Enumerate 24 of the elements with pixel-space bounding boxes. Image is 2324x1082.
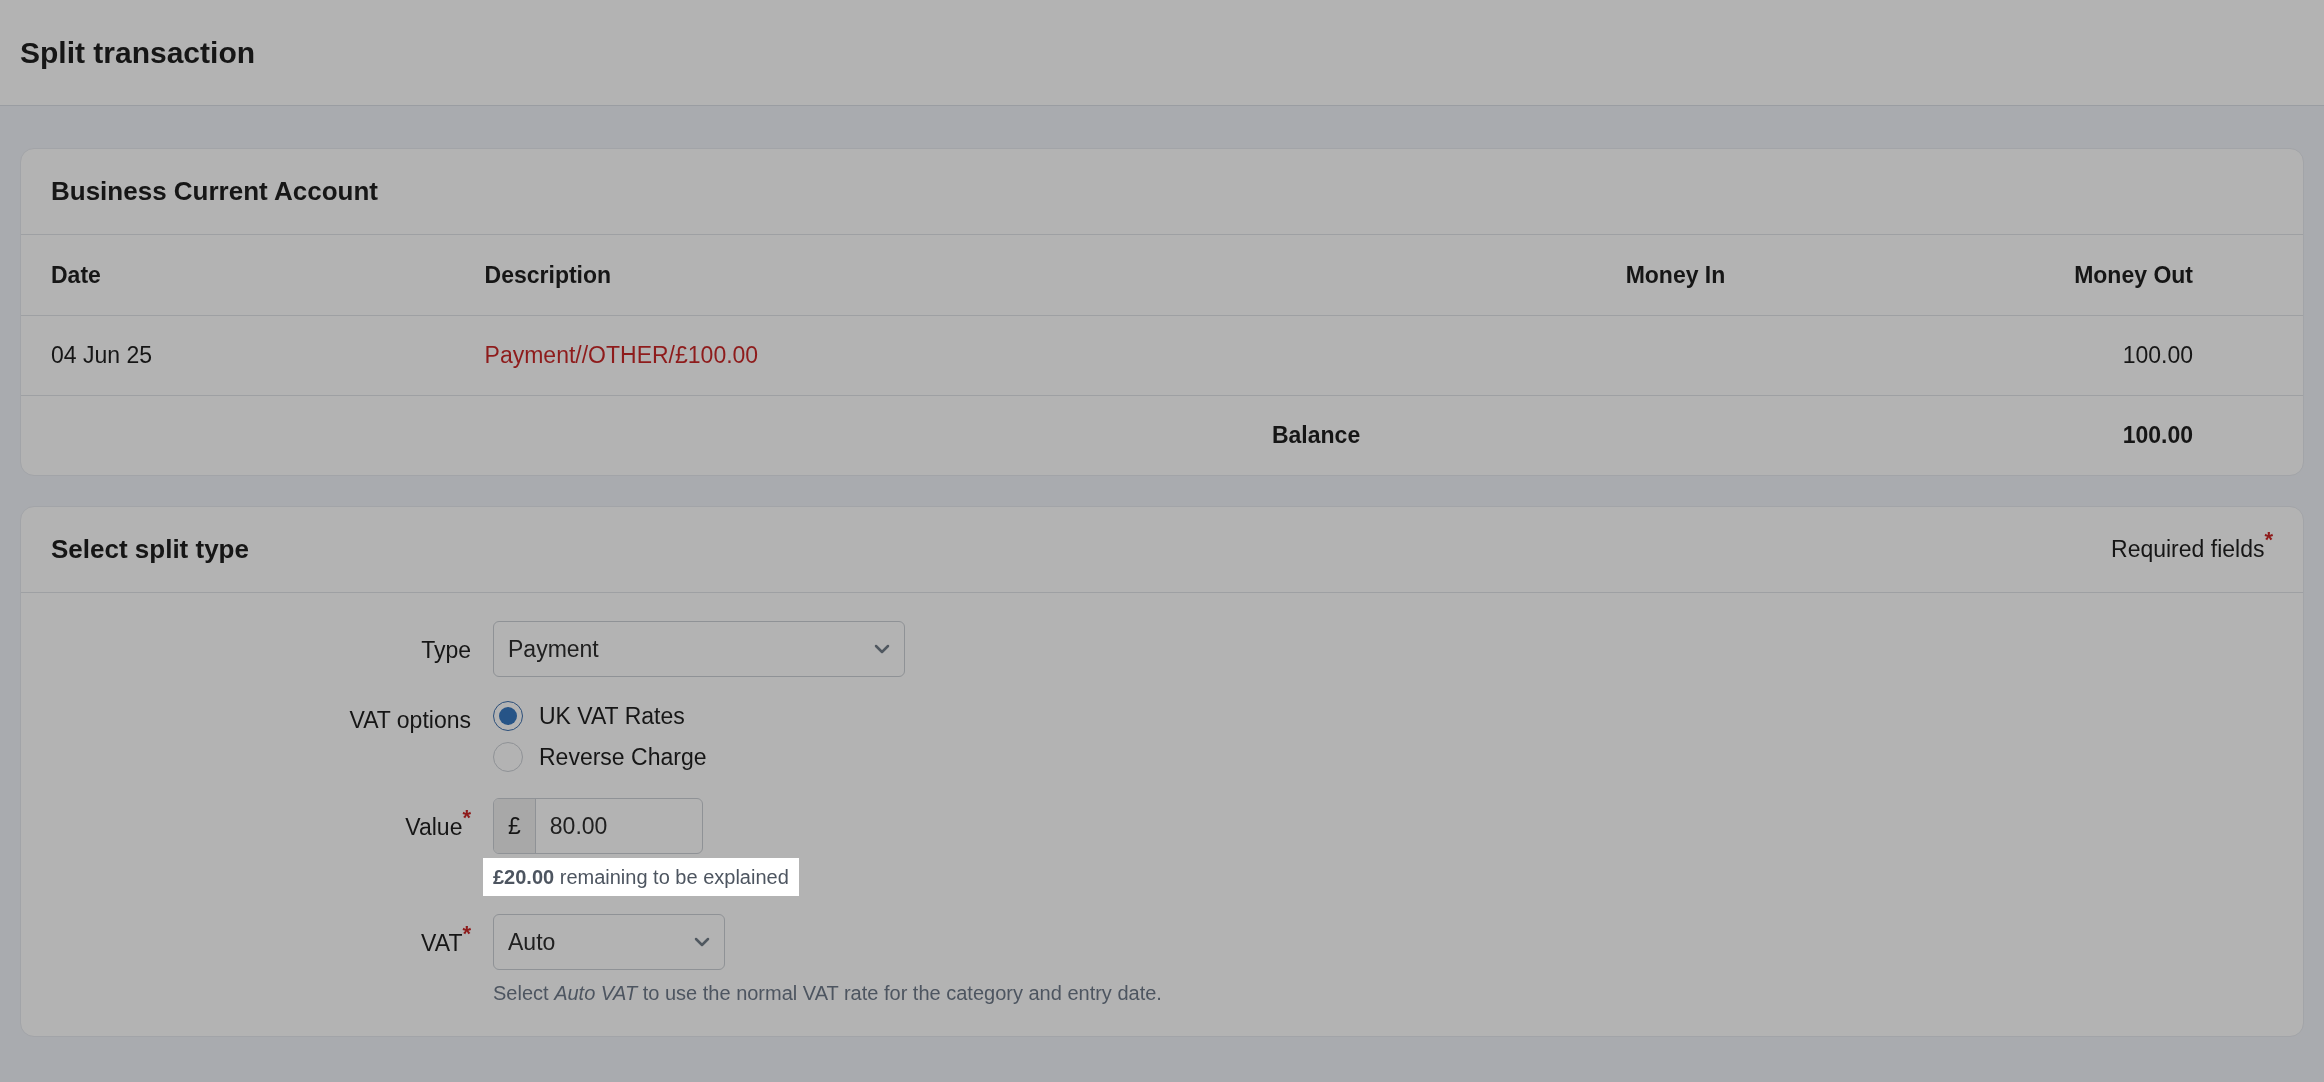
field-label: VAT options bbox=[349, 707, 471, 733]
field-label: Type bbox=[421, 637, 471, 663]
page-title: Split transaction bbox=[20, 34, 256, 71]
column-header: Description bbox=[454, 235, 1391, 315]
select-field[interactable]: Auto bbox=[493, 914, 725, 970]
value-input[interactable]: £ 80.00 bbox=[493, 798, 703, 854]
column-header: Money In bbox=[1390, 235, 1756, 315]
column-header: Date bbox=[21, 235, 455, 315]
column-header: Money Out bbox=[1755, 235, 2303, 315]
card-title: Select split type bbox=[51, 533, 249, 566]
help-text: £20.00 remaining to be explained bbox=[483, 858, 799, 896]
help-text: Select Auto VAT to use the normal VAT rate for the category and entry date. bbox=[492, 981, 1163, 1006]
table-cell: Payment//OTHER/£100.00 bbox=[454, 315, 1391, 395]
table-cell: 100.00 bbox=[1755, 315, 2303, 395]
select-field[interactable]: Payment bbox=[493, 621, 905, 677]
chevron-icon bbox=[874, 643, 890, 655]
radio-label[interactable]: UK VAT Rates bbox=[539, 699, 685, 734]
radio-label[interactable]: Reverse Charge bbox=[539, 739, 707, 774]
required-note: Required fields* bbox=[2111, 532, 2273, 565]
card-title: Business Current Account bbox=[51, 175, 378, 208]
chevron-icon bbox=[694, 936, 710, 948]
total-value: 100.00 bbox=[1755, 395, 2303, 475]
table-cell: 04 Jun 25 bbox=[21, 315, 455, 395]
total-label: Balance bbox=[454, 395, 1391, 475]
